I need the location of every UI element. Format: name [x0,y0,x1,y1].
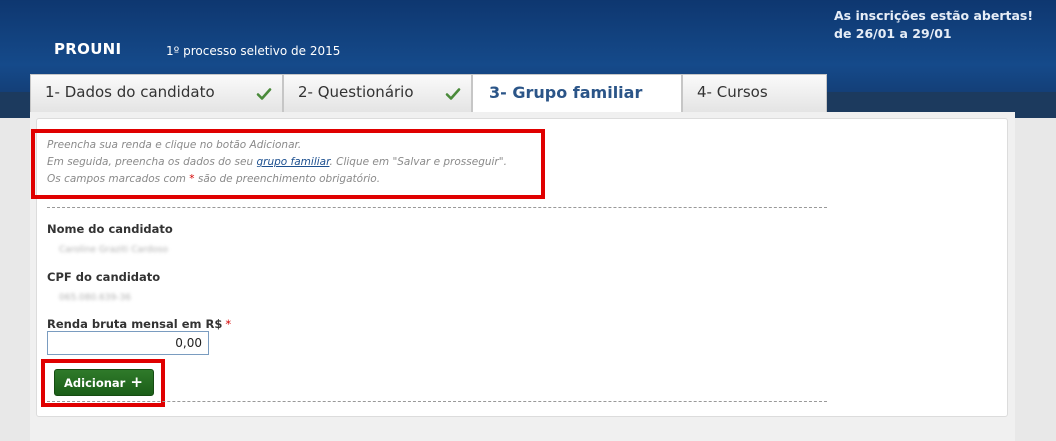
instructions-highlight [31,129,545,199]
tab-label: 3- Grupo familiar [489,83,643,102]
required-asterisk: * [225,317,232,331]
candidate-name-label: Nome do candidato [47,222,173,236]
checkmark-icon [256,88,272,100]
process-subtitle: 1º processo seletivo de 2015 [166,44,341,58]
checkmark-icon [445,88,461,100]
income-label: Renda bruta mensal em R$ * [47,317,231,331]
notice-line-2: de 26/01 a 29/01 [834,26,952,41]
add-button[interactable]: Adicionar + [54,369,154,396]
divider [47,207,827,208]
income-label-text: Renda bruta mensal em R$ [47,317,223,331]
add-button-label: Adicionar [64,375,126,390]
tab-label: 2- Questionário [298,83,414,101]
plus-icon: + [130,373,143,391]
content-panel: Preencha sua renda e clique no botão Adi… [30,112,1015,441]
candidate-name-value: Caroline Graziti Cardoso [59,245,168,255]
candidate-cpf-label: CPF do candidato [47,270,161,284]
notice-line-1: As inscrições estão abertas! [834,8,1034,23]
candidate-cpf-value: 065.080.639-36 [59,293,131,303]
registration-notice: As inscrições estão abertas! de 26/01 a … [834,7,1033,43]
tab-label: 4- Cursos [697,83,768,101]
form-card: Preencha sua renda e clique no botão Adi… [31,118,1008,417]
step-tabs: 1- Dados do candidato 2- Questionário 3-… [30,74,827,112]
tab-dados-candidato[interactable]: 1- Dados do candidato [30,74,283,112]
divider [47,401,827,402]
tab-cursos[interactable]: 4- Cursos [682,74,827,112]
tab-grupo-familiar[interactable]: 3- Grupo familiar [472,74,682,112]
income-input[interactable] [47,331,209,355]
tab-label: 1- Dados do candidato [45,83,215,101]
logo[interactable]: PROUNI [54,40,121,58]
tab-questionario[interactable]: 2- Questionário [283,74,472,112]
